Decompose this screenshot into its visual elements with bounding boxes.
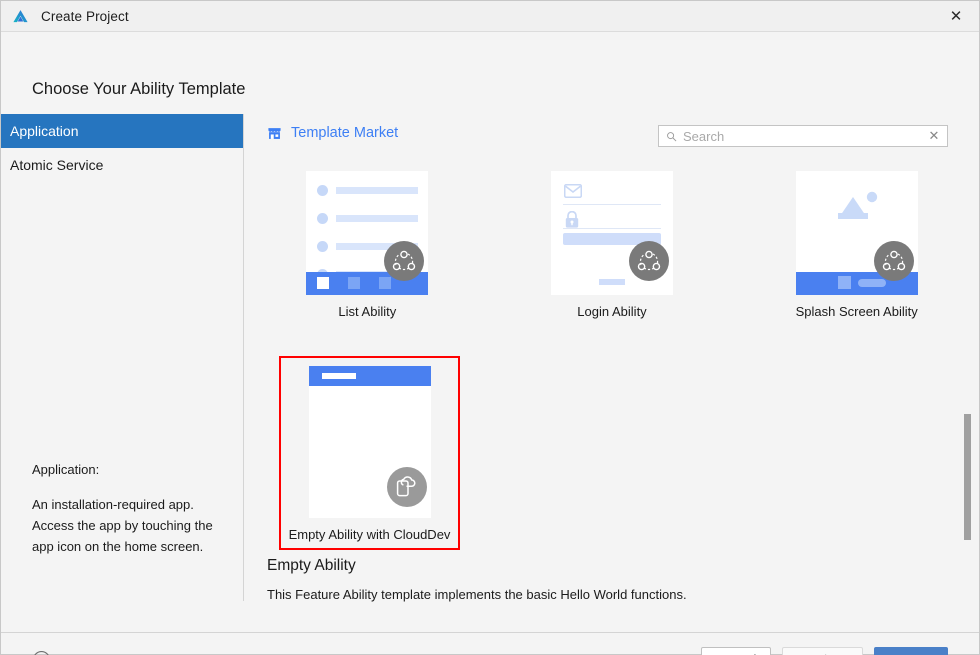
template-thumbnail xyxy=(306,171,429,295)
template-cell: Login Ability xyxy=(490,154,735,327)
window-title: Create Project xyxy=(41,8,129,24)
footer-bar-placeholder xyxy=(599,279,625,285)
template-cell: Splash Screen Ability xyxy=(734,154,979,327)
template-cell: Empty Ability with CloudDev xyxy=(245,349,494,550)
tab-square xyxy=(837,276,851,289)
template-card-label: Login Ability xyxy=(577,304,647,319)
title-bar-placeholder xyxy=(321,373,356,379)
footer-buttons: Cancel Previous Next xyxy=(700,647,948,655)
tab-square-active xyxy=(317,277,330,289)
template-row: Empty Ability with CloudDev xyxy=(245,349,979,550)
input-underline xyxy=(563,228,661,229)
distributed-icon xyxy=(873,241,914,281)
template-thumbnail xyxy=(308,366,431,518)
store-icon xyxy=(268,127,281,139)
sidebar-item-application[interactable]: Application xyxy=(1,114,243,148)
row-dot-icon xyxy=(317,185,329,196)
image-icon xyxy=(837,191,877,219)
template-card-label: List Ability xyxy=(338,304,397,319)
template-grid: List Ability Login Ability Splash Screen… xyxy=(245,154,979,550)
deveco-logo-icon xyxy=(13,9,28,22)
template-detail: Empty Ability This Feature Ability templ… xyxy=(267,557,687,602)
sidebar-item-label: Atomic Service xyxy=(10,157,104,173)
clear-icon[interactable]: ✕ xyxy=(927,128,941,144)
template-card-login-ability[interactable]: Login Ability xyxy=(541,161,683,327)
row-dot-icon xyxy=(317,213,329,224)
envelope-icon xyxy=(564,184,582,198)
template-cell: List Ability xyxy=(245,154,490,327)
template-card-splash-screen-ability[interactable]: Splash Screen Ability xyxy=(786,161,928,327)
sidebar-item-label: Application xyxy=(10,123,79,139)
template-market-label: Template Market xyxy=(291,125,399,141)
sidebar-description: Application: An installation-required ap… xyxy=(32,459,237,557)
sidebar-description-title: Application: xyxy=(32,462,100,477)
create-project-dialog: Create Project ✕ Choose Your Ability Tem… xyxy=(0,0,980,655)
detail-description: This Feature Ability template implements… xyxy=(267,587,687,602)
sidebar-description-body: An installation-required app. Access the… xyxy=(32,497,213,554)
list-row xyxy=(317,185,419,196)
close-icon[interactable]: ✕ xyxy=(933,1,979,31)
template-market-link[interactable]: Template Market xyxy=(267,125,398,141)
dialog-body: Choose Your Ability Template Application… xyxy=(1,32,979,655)
search-icon xyxy=(667,131,677,141)
title-bar: Create Project ✕ xyxy=(1,1,979,32)
row-dot-icon xyxy=(317,241,329,252)
dialog-footer: ? Cancel Previous Next xyxy=(1,632,979,655)
previous-button[interactable]: Previous xyxy=(782,647,863,655)
template-card-label: Splash Screen Ability xyxy=(795,304,918,319)
row-bar xyxy=(336,215,419,222)
scrollbar-track[interactable] xyxy=(962,114,974,601)
template-thumbnail xyxy=(551,171,673,295)
page-title: Choose Your Ability Template xyxy=(32,80,246,98)
search-input[interactable] xyxy=(683,128,927,144)
tab-square xyxy=(379,277,392,289)
list-row xyxy=(317,213,419,224)
input-underline xyxy=(563,204,661,205)
scrollbar-thumb[interactable] xyxy=(964,414,971,540)
lock-icon xyxy=(565,211,579,228)
template-thumbnail xyxy=(795,171,918,295)
cancel-button[interactable]: Cancel xyxy=(700,647,772,655)
next-button[interactable]: Next xyxy=(874,647,948,655)
cloud-device-icon xyxy=(386,467,427,507)
row-bar xyxy=(336,187,419,194)
sidebar-item-atomic-service[interactable]: Atomic Service xyxy=(1,148,243,182)
template-panel: Template Market ✕ xyxy=(245,114,979,601)
distributed-icon xyxy=(629,241,669,281)
search-box[interactable]: ✕ xyxy=(658,125,948,147)
template-card-label: Empty Ability with CloudDev xyxy=(288,527,451,542)
sidebar: Application Atomic Service Application: … xyxy=(1,114,244,601)
detail-title: Empty Ability xyxy=(267,557,356,574)
template-card-list-ability[interactable]: List Ability xyxy=(296,161,438,327)
tab-square xyxy=(348,277,361,289)
tab-bar xyxy=(857,279,886,287)
template-row: List Ability Login Ability Splash Screen… xyxy=(245,154,979,327)
template-card-empty-ability-with-clouddev[interactable]: Empty Ability with CloudDev xyxy=(278,356,461,550)
help-icon[interactable]: ? xyxy=(32,650,51,655)
